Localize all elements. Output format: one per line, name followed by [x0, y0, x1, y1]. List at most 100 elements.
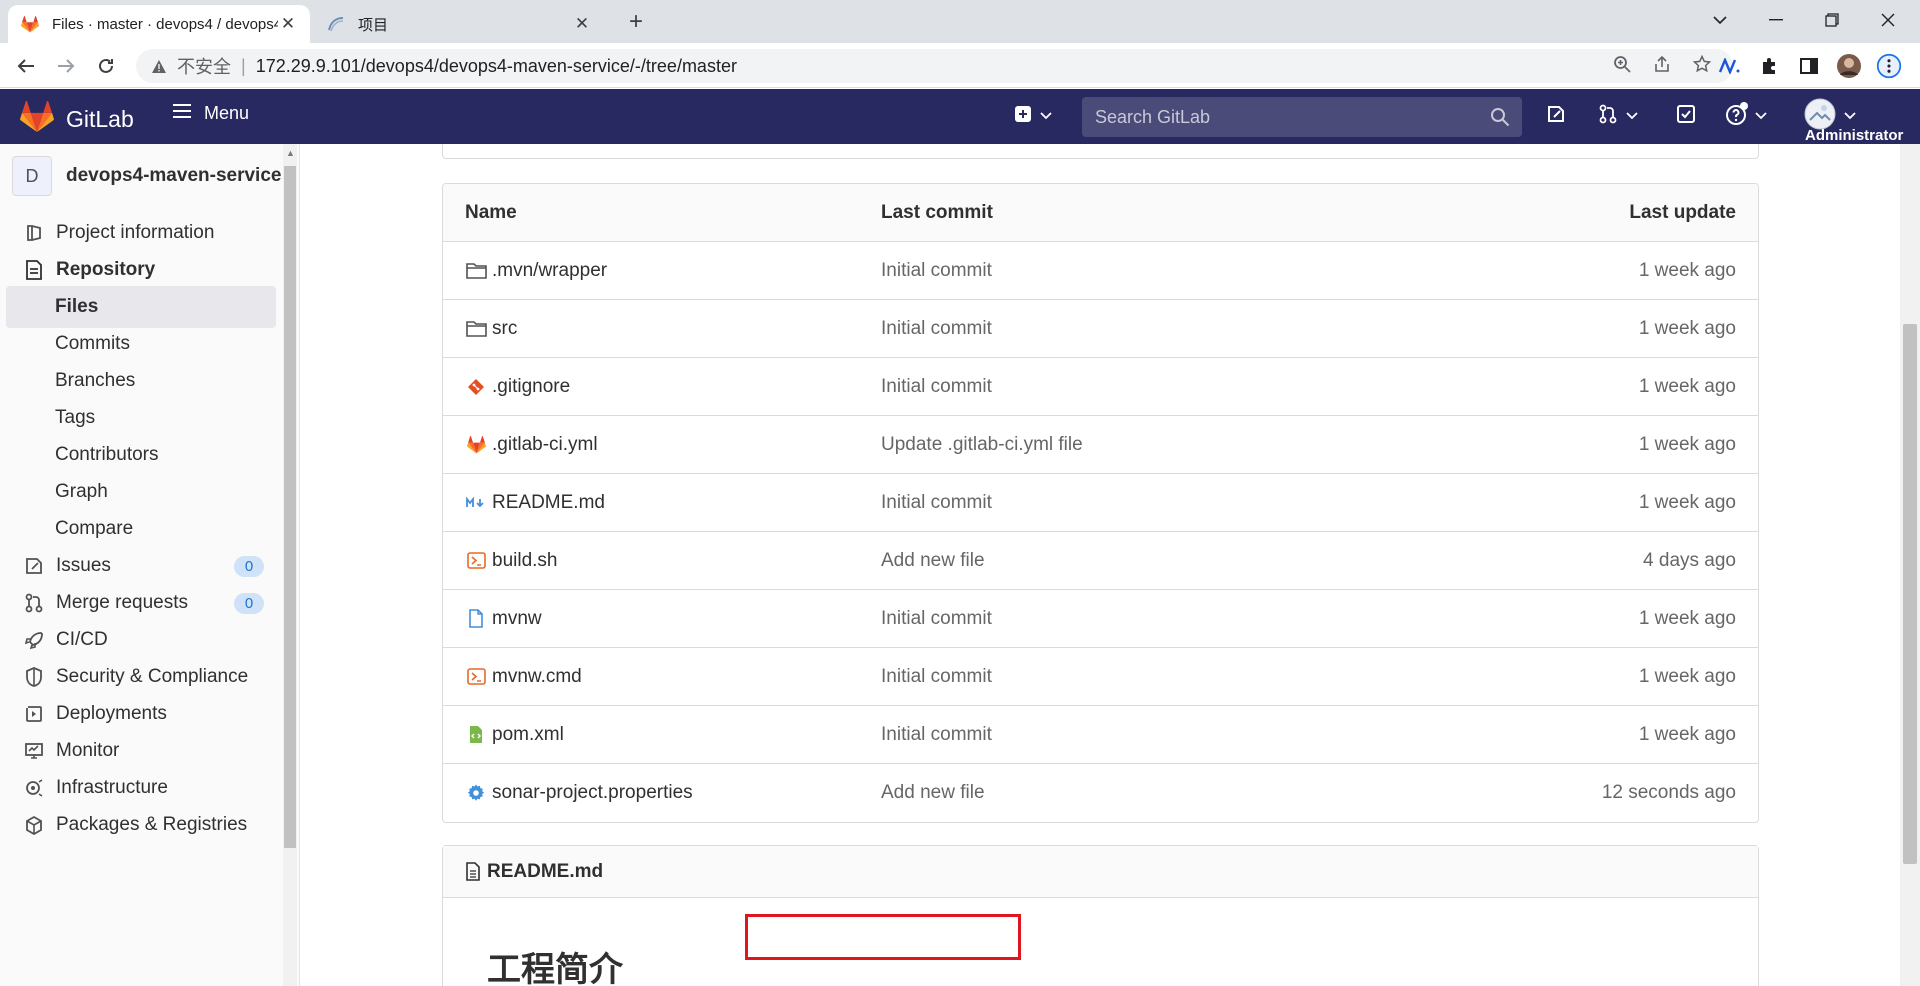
sidebar-item-tags[interactable]: Tags [6, 397, 276, 439]
terminal-icon [465, 550, 487, 572]
page-scrollbar[interactable] [1900, 144, 1920, 986]
sidebar-item-security-compliance[interactable]: Security & Compliance [6, 656, 276, 698]
sidebar-item-contributors[interactable]: Contributors [6, 434, 276, 476]
issues-nav-button[interactable] [1538, 99, 1574, 133]
file-name-link[interactable]: .gitlab-ci.yml [492, 434, 598, 456]
table-row[interactable]: .gitignore Initial commit 1 week ago [443, 358, 1758, 416]
file-name-link[interactable]: .gitignore [492, 376, 570, 398]
tab-search-chevron-icon[interactable] [1692, 0, 1748, 40]
xml-icon [465, 724, 487, 746]
file-name-link[interactable]: build.sh [492, 550, 558, 572]
extensions-puzzle-icon[interactable] [1756, 53, 1782, 79]
sidebar-item-files[interactable]: Files [6, 286, 276, 328]
minimize-button[interactable] [1748, 0, 1804, 40]
gitlab-home-link[interactable]: GitLab [20, 100, 134, 138]
table-row[interactable]: src Initial commit 1 week ago [443, 300, 1758, 358]
table-row[interactable]: README.md Initial commit 1 week ago [443, 474, 1758, 532]
table-row[interactable]: pom.xml Initial commit 1 week ago [443, 706, 1758, 764]
user-name-label: Administrator [1805, 127, 1904, 144]
folder-icon [465, 318, 487, 340]
extension-n-icon[interactable] [1716, 53, 1742, 79]
file-name-link[interactable]: README.md [492, 492, 605, 514]
commit-message-link[interactable]: Add new file [881, 550, 1421, 572]
commit-message-link[interactable]: Add new file [881, 782, 1421, 804]
menu-button[interactable]: Menu [172, 103, 249, 124]
browser-tab-inactive[interactable]: 项目 ✕ [314, 5, 604, 43]
close-window-button[interactable] [1860, 0, 1916, 40]
help-button[interactable] [1718, 99, 1774, 133]
sidebar-item-label: Deployments [56, 703, 167, 724]
sidebar-item-deployments[interactable]: Deployments [6, 693, 276, 735]
sidebar-item-commits[interactable]: Commits [6, 323, 276, 365]
file-name-link[interactable]: mvnw.cmd [492, 666, 582, 688]
browser-menu-icon[interactable] [1876, 53, 1902, 79]
sidebar-item-repository[interactable]: Repository [6, 249, 276, 291]
zoom-icon[interactable] [1613, 55, 1631, 78]
new-dropdown-button[interactable] [1008, 99, 1058, 133]
browser-tab-active[interactable]: Files · master · devops4 / devops4-maven… [8, 5, 310, 43]
file-name-link[interactable]: sonar-project.properties [492, 782, 693, 804]
todos-nav-button[interactable] [1668, 99, 1704, 133]
sidebar-item-issues[interactable]: Issues 0 [6, 545, 276, 587]
back-button[interactable] [10, 50, 42, 82]
file-name-link[interactable]: .mvn/wrapper [492, 260, 607, 282]
gear-icon [465, 782, 487, 804]
commit-message-link[interactable]: Initial commit [881, 666, 1421, 688]
sidebar-item-branches[interactable]: Branches [6, 360, 276, 402]
sidebar-item-ci-cd[interactable]: CI/CD [6, 619, 276, 661]
sidebar-item-merge-requests[interactable]: Merge requests 0 [6, 582, 276, 624]
merge-requests-nav-button[interactable] [1590, 99, 1646, 133]
commit-message-link[interactable]: Initial commit [881, 260, 1421, 282]
hamburger-icon [172, 103, 192, 124]
insecure-label[interactable]: 不安全 [177, 53, 231, 79]
search-box[interactable] [1082, 97, 1522, 137]
tab-close-icon[interactable]: ✕ [572, 14, 592, 34]
side-panel-icon[interactable] [1796, 53, 1822, 79]
project-header-link[interactable]: D devops4-maven-service [12, 156, 281, 196]
new-tab-button[interactable]: + [622, 9, 650, 37]
sidebar-item-label: Graph [55, 481, 108, 502]
commit-message-link[interactable]: Initial commit [881, 724, 1421, 746]
file-name-link[interactable]: src [492, 318, 517, 340]
sidebar-item-label: CI/CD [56, 629, 108, 650]
search-input[interactable] [1095, 106, 1485, 128]
todo-check-icon [1676, 104, 1696, 129]
file-name-link[interactable]: mvnw [492, 608, 542, 630]
table-row[interactable]: sonar-project.properties Add new file 12… [443, 764, 1758, 822]
restore-button[interactable] [1804, 0, 1860, 40]
share-icon[interactable] [1653, 55, 1671, 78]
commit-message-link[interactable]: Initial commit [881, 608, 1421, 630]
commit-message-link[interactable]: Initial commit [881, 318, 1421, 340]
bookmark-star-icon[interactable] [1692, 54, 1712, 78]
commit-message-link[interactable]: Update .gitlab-ci.yml file [881, 434, 1421, 456]
sidebar-scrollbar[interactable]: ▲ [283, 144, 297, 986]
url-text[interactable]: 172.29.9.101/devops4/devops4-maven-servi… [256, 56, 737, 77]
sidebar-item-compare[interactable]: Compare [6, 508, 276, 550]
table-row[interactable]: mvnw.cmd Initial commit 1 week ago [443, 648, 1758, 706]
sidebar-scroll-thumb[interactable] [284, 166, 296, 848]
tab-close-icon[interactable]: ✕ [278, 14, 298, 34]
commit-message-link[interactable]: Initial commit [881, 376, 1421, 398]
table-row[interactable]: mvnw Initial commit 1 week ago [443, 590, 1758, 648]
last-update-text: 1 week ago [1638, 259, 1736, 281]
table-row[interactable]: .gitlab-ci.yml Update .gitlab-ci.yml fil… [443, 416, 1758, 474]
column-header-last-commit: Last commit [881, 201, 993, 223]
scroll-up-arrow-icon[interactable]: ▲ [286, 148, 295, 158]
sidebar-item-graph[interactable]: Graph [6, 471, 276, 513]
table-row[interactable]: build.sh Add new file 4 days ago [443, 532, 1758, 590]
reload-button[interactable] [90, 50, 122, 82]
sidebar-item-monitor[interactable]: Monitor [6, 730, 276, 772]
sidebar-item-project-information[interactable]: Project information [6, 212, 276, 254]
profile-avatar-icon[interactable] [1836, 53, 1862, 79]
url-field[interactable]: 不安全 | 172.29.9.101/devops4/devops4-maven… [136, 49, 1733, 83]
commit-message-link[interactable]: Initial commit [881, 492, 1421, 514]
page-scroll-thumb[interactable] [1903, 324, 1917, 864]
warning-icon[interactable] [151, 59, 167, 74]
file-name-link[interactable]: pom.xml [492, 724, 564, 746]
table-row[interactable]: .mvn/wrapper Initial commit 1 week ago [443, 242, 1758, 300]
plus-square-icon [1014, 105, 1032, 128]
sidebar-item-packages-registries[interactable]: Packages & Registries [6, 804, 276, 846]
readme-filename[interactable]: README.md [487, 861, 603, 883]
sidebar-item-infrastructure[interactable]: Infrastructure [6, 767, 276, 809]
forward-button[interactable] [50, 50, 82, 82]
